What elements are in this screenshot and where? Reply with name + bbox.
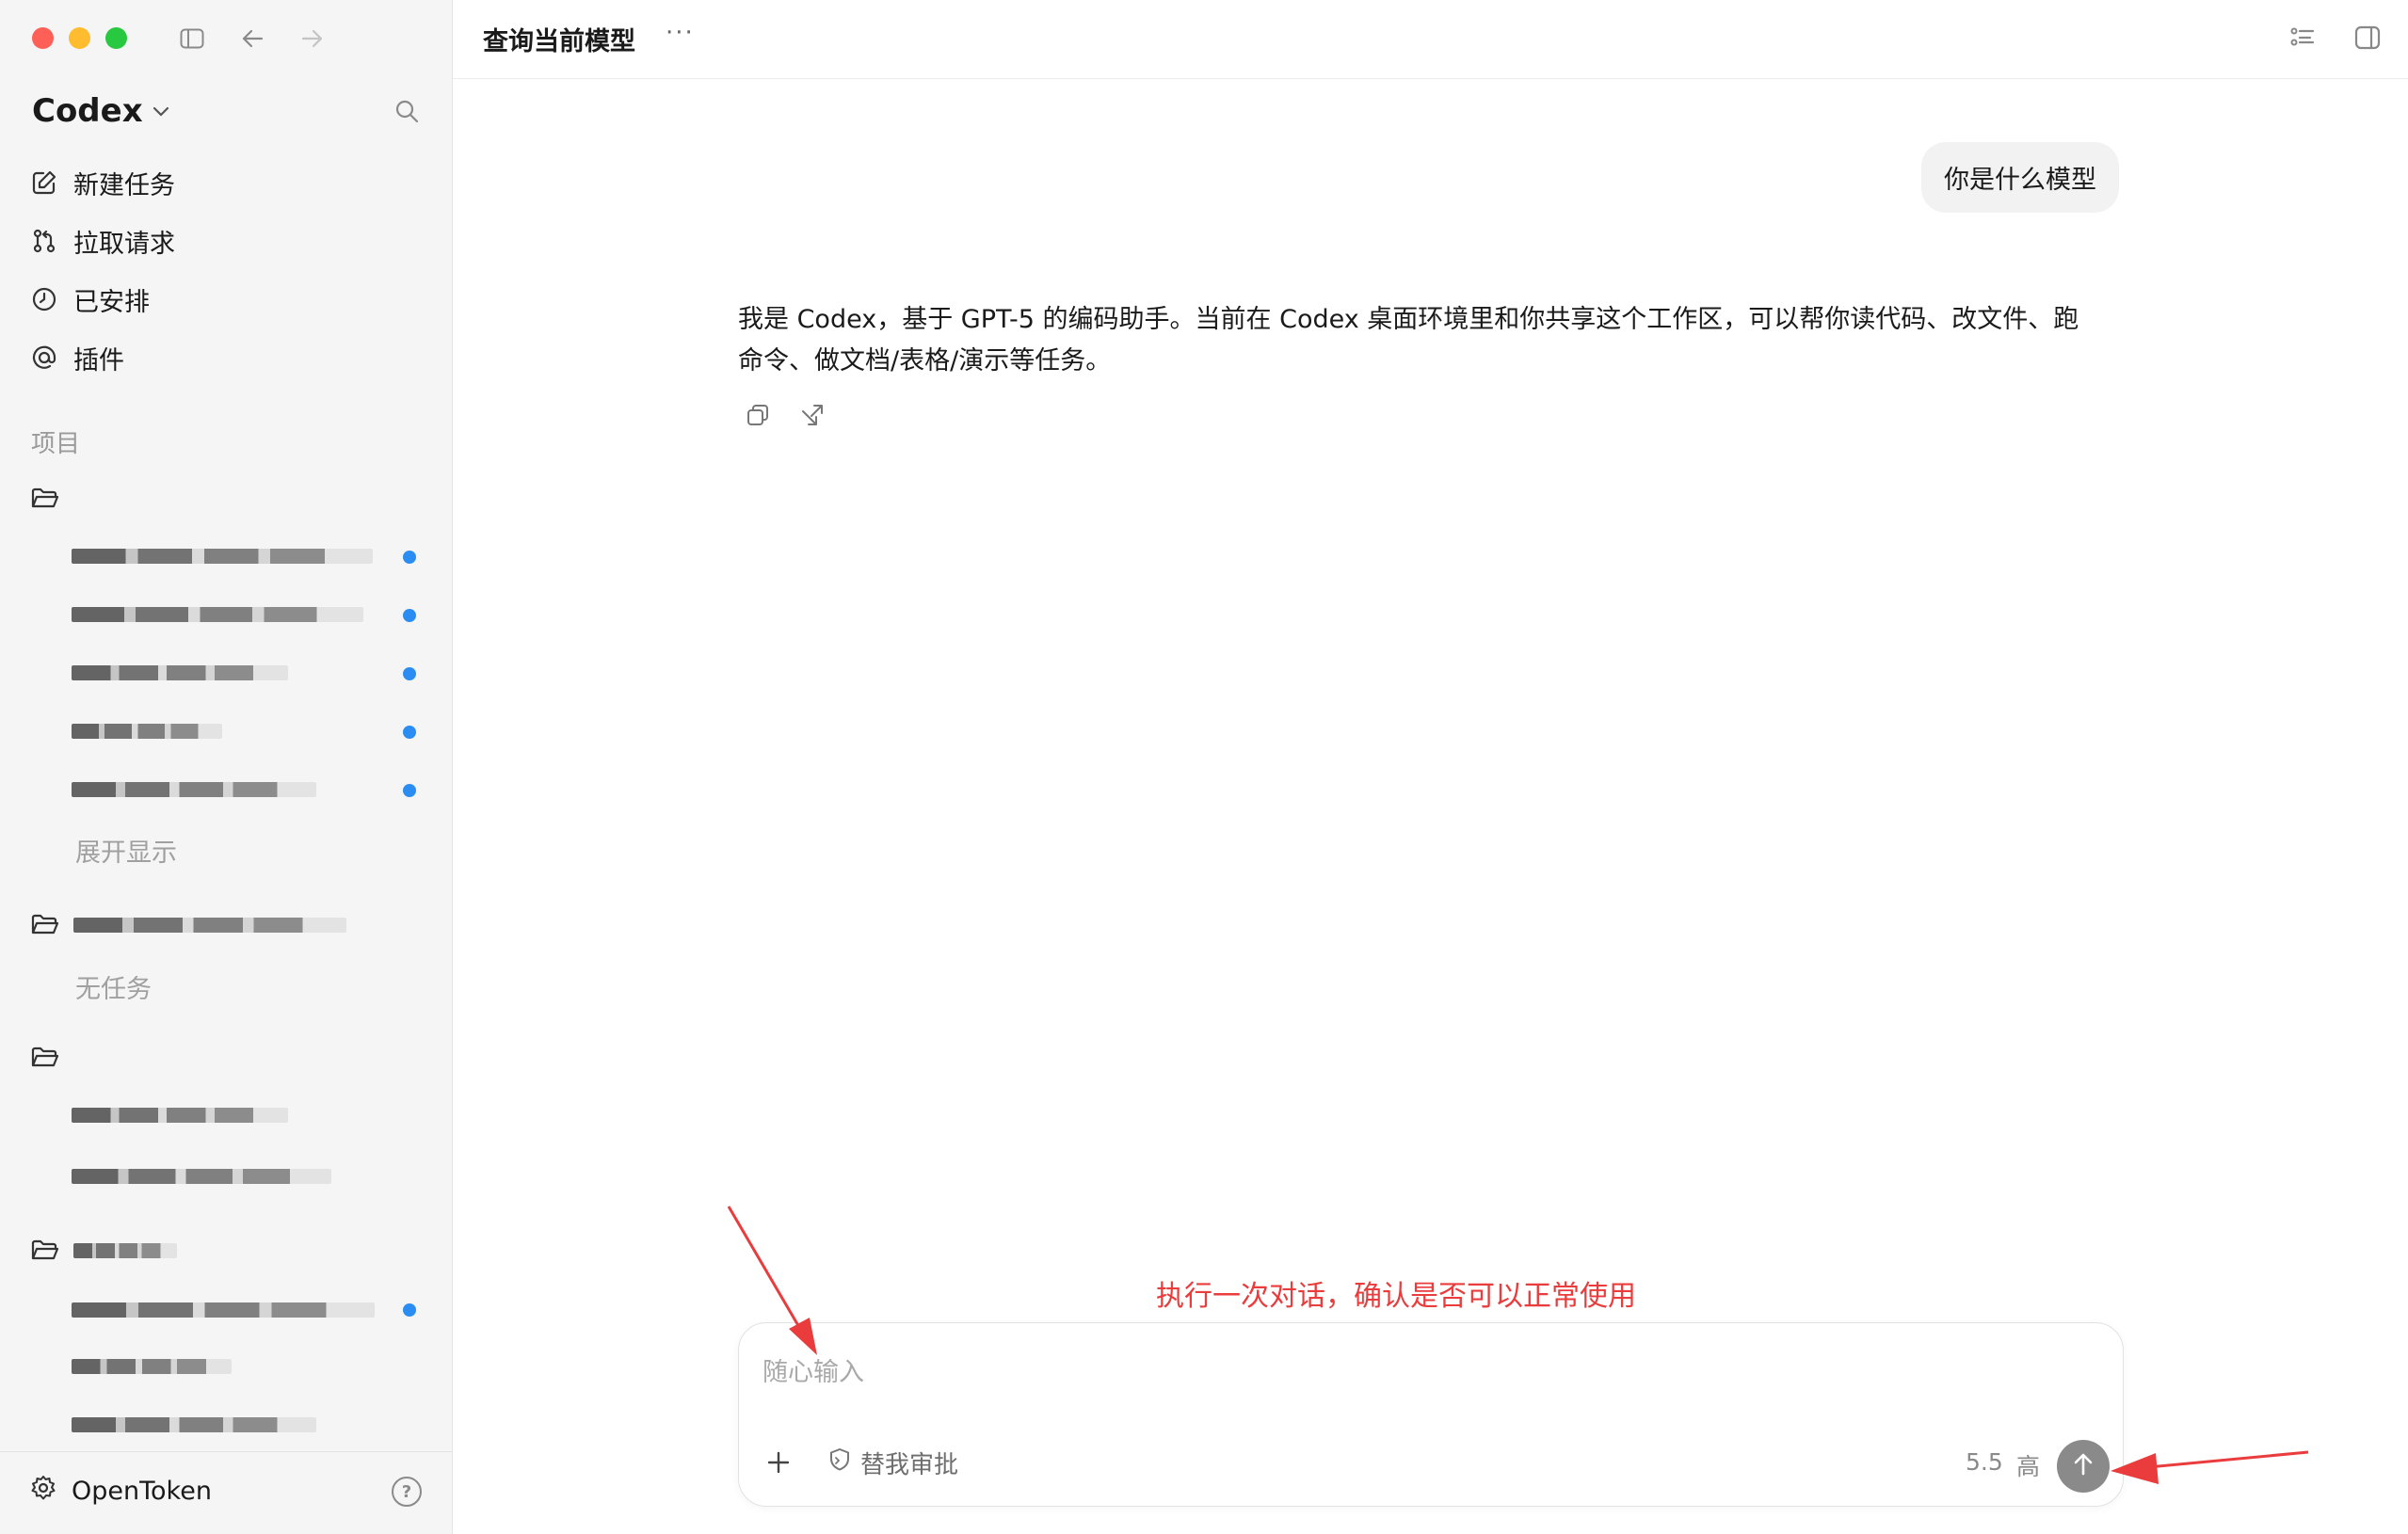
shield-icon <box>828 1447 851 1478</box>
unread-dot <box>403 784 416 797</box>
unread-dot <box>403 726 416 739</box>
task-item[interactable] <box>72 596 363 633</box>
task-item[interactable] <box>72 712 222 750</box>
search-icon[interactable] <box>390 94 424 128</box>
nav-label: 已安排 <box>73 287 150 317</box>
task-item[interactable] <box>72 654 288 692</box>
project-folder[interactable] <box>30 906 346 944</box>
project-folder[interactable] <box>30 480 60 518</box>
task-item[interactable] <box>72 1348 232 1385</box>
folder-open-icon <box>30 484 60 514</box>
workspace-switcher[interactable]: Codex <box>32 92 169 130</box>
nav-scheduled[interactable]: 已安排 <box>30 279 150 320</box>
redacted-project-name <box>73 1243 177 1258</box>
copy-icon[interactable] <box>741 398 775 432</box>
minimize-window-button[interactable] <box>69 27 90 49</box>
task-item[interactable] <box>72 1406 316 1444</box>
send-button[interactable] <box>2057 1440 2110 1493</box>
toggle-sidebar-icon[interactable] <box>176 23 208 55</box>
redacted-task-name <box>72 1417 316 1432</box>
sidebar: Codex 新建任务 拉取请求 已安排 插件 项目 展开显示 无任务 OpenT… <box>0 0 453 1534</box>
help-icon[interactable]: ? <box>392 1477 422 1507</box>
arrow-up-icon <box>2072 1452 2095 1480</box>
project-folder[interactable] <box>30 1039 60 1077</box>
user-message-text: 你是什么模型 <box>1944 166 2096 195</box>
at-icon <box>30 344 58 372</box>
reasoning-effort-selector[interactable]: 高 <box>2016 1448 2040 1482</box>
toggle-panel-icon[interactable] <box>2351 21 2384 55</box>
nav-label: 插件 <box>73 345 124 376</box>
unread-dot <box>403 609 416 622</box>
auto-approve-label: 替我审批 <box>860 1450 959 1479</box>
task-item[interactable] <box>72 1158 331 1195</box>
nav-plugins[interactable]: 插件 <box>30 337 124 378</box>
edit-icon <box>30 168 58 197</box>
redacted-task-name <box>72 1302 375 1318</box>
chevron-down-icon <box>153 100 169 122</box>
auto-approve-toggle[interactable]: 替我审批 <box>828 1446 958 1479</box>
unread-dot <box>403 1303 416 1317</box>
main-panel: 查询当前模型 ··· 你是什么模型 我是 Codex，基于 GPT-5 的编码助… <box>453 0 2408 1534</box>
task-item[interactable] <box>72 537 373 575</box>
forward-arrow-icon[interactable] <box>297 23 329 55</box>
nav-label: 拉取请求 <box>73 229 175 259</box>
redacted-project-name <box>73 918 346 933</box>
back-arrow-icon[interactable] <box>236 23 268 55</box>
folder-open-icon <box>30 910 60 940</box>
unread-dot <box>403 551 416 564</box>
task-list-icon[interactable] <box>2286 21 2320 55</box>
task-item[interactable] <box>72 1291 375 1329</box>
conversation-title: 查询当前模型 <box>483 27 635 56</box>
redacted-task-name <box>72 782 316 797</box>
fork-icon[interactable] <box>795 398 829 432</box>
expand-more-link[interactable]: 展开显示 <box>75 832 177 869</box>
redacted-task-name <box>72 1169 331 1184</box>
project-folder[interactable] <box>30 1232 177 1270</box>
redacted-task-name <box>72 665 288 680</box>
message-input[interactable]: 随心输入 <box>763 1351 864 1388</box>
pull-request-icon <box>30 227 58 255</box>
redacted-task-name <box>72 1359 232 1374</box>
message-composer: 随心输入 替我审批 5.5 高 <box>738 1322 2124 1507</box>
nav-label: 新建任务 <box>73 170 175 200</box>
close-window-button[interactable] <box>32 27 54 49</box>
attach-plus-icon[interactable] <box>762 1446 795 1479</box>
more-options-icon[interactable]: ··· <box>666 19 695 47</box>
brand-label: Codex <box>32 92 143 130</box>
conversation-header: 查询当前模型 ··· <box>453 0 2408 79</box>
redacted-task-name <box>72 1108 288 1123</box>
redacted-task-name <box>72 607 363 622</box>
annotation-caption: 执行一次对话，确认是否可以正常使用 <box>1156 1280 1636 1313</box>
zoom-window-button[interactable] <box>105 27 127 49</box>
redacted-task-name <box>72 549 373 564</box>
user-message: 你是什么模型 <box>1921 142 2119 213</box>
account-settings-button[interactable]: OpenToken <box>30 1475 212 1508</box>
projects-section-label: 项目 <box>31 430 81 458</box>
nav-new-task[interactable]: 新建任务 <box>30 162 175 203</box>
gear-icon <box>30 1475 56 1508</box>
assistant-message-text: 我是 Codex，基于 GPT-5 的编码助手。当前在 Codex 桌面环境里和… <box>738 305 2079 376</box>
model-selector[interactable]: 5.5 <box>1966 1448 2003 1476</box>
clock-icon <box>30 285 58 313</box>
no-tasks-label: 无任务 <box>75 975 152 1004</box>
folder-open-icon <box>30 1043 60 1073</box>
folder-open-icon <box>30 1236 60 1266</box>
account-label: OpenToken <box>72 1477 212 1506</box>
nav-pull-requests[interactable]: 拉取请求 <box>30 220 175 262</box>
unread-dot <box>403 667 416 680</box>
redacted-task-name <box>72 724 222 739</box>
sidebar-footer: OpenToken ? <box>0 1451 453 1534</box>
assistant-message: 我是 Codex，基于 GPT-5 的编码助手。当前在 Codex 桌面环境里和… <box>738 299 2408 382</box>
task-item[interactable] <box>72 1096 288 1134</box>
window-controls <box>32 27 127 49</box>
message-actions <box>741 398 829 432</box>
task-item[interactable] <box>72 771 316 808</box>
